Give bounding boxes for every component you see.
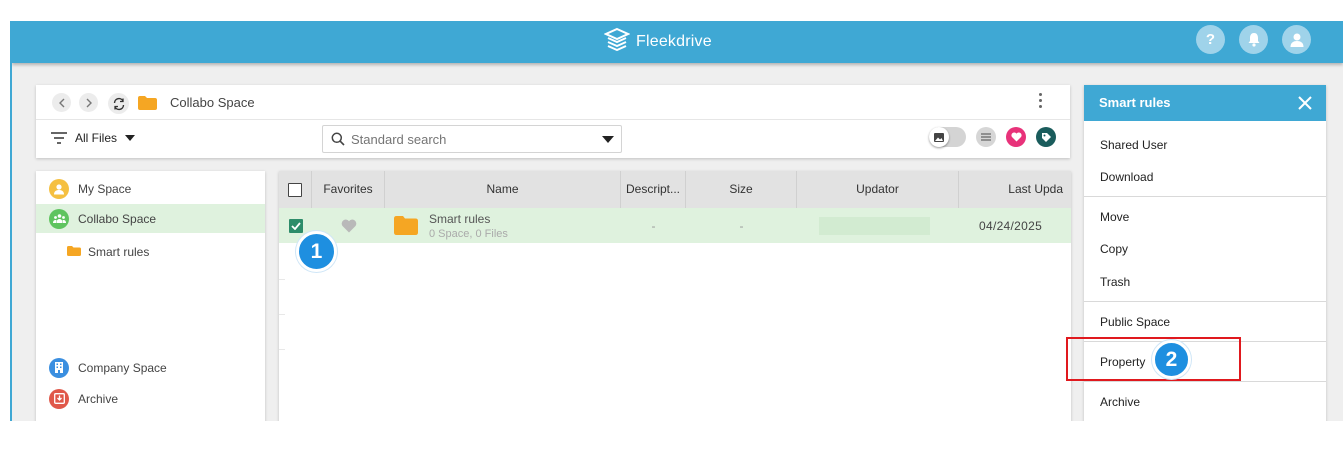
list-view-icon[interactable] <box>976 127 996 147</box>
panel-header: Smart rules <box>1084 85 1326 121</box>
file-name[interactable]: Smart rules <box>429 212 490 226</box>
sidebar: My Space Collabo Space Smart rules Compa… <box>36 171 265 421</box>
column-favorites[interactable]: Favorites <box>312 171 385 208</box>
table-header: Favorites Name Descript... Size Updator … <box>279 171 1071 208</box>
sidebar-item-archive[interactable]: Archive <box>36 384 265 413</box>
favorite-filter-icon[interactable] <box>1006 127 1026 147</box>
menu-item-shared-user[interactable]: Shared User <box>1084 129 1326 161</box>
sidebar-item-label: Company Space <box>78 360 167 375</box>
menu-item-download[interactable]: Download <box>1084 161 1326 193</box>
sidebar-item-label: My Space <box>78 181 132 196</box>
back-button[interactable] <box>52 93 71 112</box>
group-icon <box>49 208 69 229</box>
updator-placeholder <box>819 216 930 235</box>
column-updator[interactable]: Updator <box>797 171 959 208</box>
size-cell: - <box>739 218 744 233</box>
refresh-icon <box>113 97 124 110</box>
search-input[interactable] <box>351 131 591 147</box>
sidebar-item-company-space[interactable]: Company Space <box>36 353 265 382</box>
folder-icon <box>67 245 81 259</box>
brand-name: Fleekdrive <box>636 32 712 50</box>
column-size[interactable]: Size <box>686 171 797 208</box>
thumbnail-view-toggle[interactable] <box>929 127 966 147</box>
menu-item-copy[interactable]: Copy <box>1084 233 1326 265</box>
chevron-right-icon <box>86 98 92 107</box>
search-options-caret-icon[interactable] <box>602 136 614 143</box>
folder-icon <box>138 96 157 115</box>
divider <box>279 314 285 315</box>
sidebar-item-my-space[interactable]: My Space <box>36 174 265 203</box>
sidebar-item-collabo-space[interactable]: Collabo Space <box>36 204 265 233</box>
column-last-updated[interactable]: Last Upda <box>959 171 1071 208</box>
folder-icon <box>394 208 418 243</box>
row-checkbox[interactable] <box>288 218 303 233</box>
chevron-left-icon <box>58 98 64 107</box>
search-box[interactable] <box>322 125 622 153</box>
toolbar: Collabo Space All Files <box>36 85 1070 158</box>
step-2-badge: 2 <box>1152 340 1191 379</box>
sidebar-item-label: Smart rules <box>88 244 150 259</box>
menu-item-move[interactable]: Move <box>1084 201 1326 233</box>
image-icon <box>929 127 949 147</box>
menu-item-archive[interactable]: Archive <box>1084 386 1326 418</box>
updator-cell <box>819 208 930 243</box>
sidebar-item-smart-rules[interactable]: Smart rules <box>36 237 265 266</box>
brand[interactable]: Fleekdrive <box>603 27 712 56</box>
menu-item-public-space[interactable]: Public Space <box>1084 306 1326 338</box>
name-cell[interactable]: Smart rules 0 Space, 0 Files <box>429 208 609 243</box>
notification-bell-icon[interactable] <box>1239 25 1268 54</box>
building-icon <box>49 357 69 378</box>
panel-title: Smart rules <box>1099 95 1171 110</box>
help-icon[interactable]: ? <box>1196 25 1225 54</box>
fleekdrive-logo-icon <box>603 27 631 56</box>
menu-item-trash[interactable]: Trash <box>1084 266 1326 298</box>
description-cell: - <box>651 218 656 233</box>
select-all-column <box>279 171 312 208</box>
close-icon[interactable] <box>1296 94 1314 112</box>
step-1-badge: 1 <box>296 231 337 272</box>
select-all-checkbox[interactable] <box>288 182 302 197</box>
file-table: Favorites Name Descript... Size Updator … <box>279 171 1071 421</box>
caret-down-icon <box>125 134 136 141</box>
forward-button[interactable] <box>79 93 98 112</box>
breadcrumb[interactable]: Collabo Space <box>170 95 255 110</box>
column-description[interactable]: Descript... <box>621 171 686 208</box>
refresh-button[interactable] <box>108 93 129 114</box>
column-name[interactable]: Name <box>385 171 621 208</box>
filter-dropdown[interactable]: All Files <box>51 131 136 145</box>
help-glyph: ? <box>1205 31 1216 48</box>
more-options-icon[interactable] <box>1039 93 1042 108</box>
divider <box>279 279 285 280</box>
user-icon <box>49 178 69 199</box>
tag-filter-icon[interactable] <box>1036 127 1056 147</box>
heart-icon <box>341 219 356 232</box>
menu-divider <box>1084 196 1326 197</box>
table-row[interactable]: Smart rules 0 Space, 0 Files - - 04/24/2… <box>279 208 1071 243</box>
user-avatar-icon[interactable] <box>1282 25 1311 54</box>
sidebar-item-label: Archive <box>78 391 119 406</box>
search-icon <box>331 132 345 146</box>
filter-label: All Files <box>75 131 118 145</box>
top-bar: Fleekdrive ? <box>12 21 1343 63</box>
sidebar-item-label: Collabo Space <box>78 211 157 226</box>
filter-icon <box>51 132 67 144</box>
checkmark-icon <box>290 221 301 230</box>
divider <box>279 349 285 350</box>
menu-divider <box>1084 381 1326 382</box>
last-updated-cell: 04/24/2025 <box>979 218 1043 233</box>
menu-divider <box>1084 301 1326 302</box>
archive-icon <box>49 388 69 409</box>
file-subtitle: 0 Space, 0 Files <box>429 227 508 240</box>
